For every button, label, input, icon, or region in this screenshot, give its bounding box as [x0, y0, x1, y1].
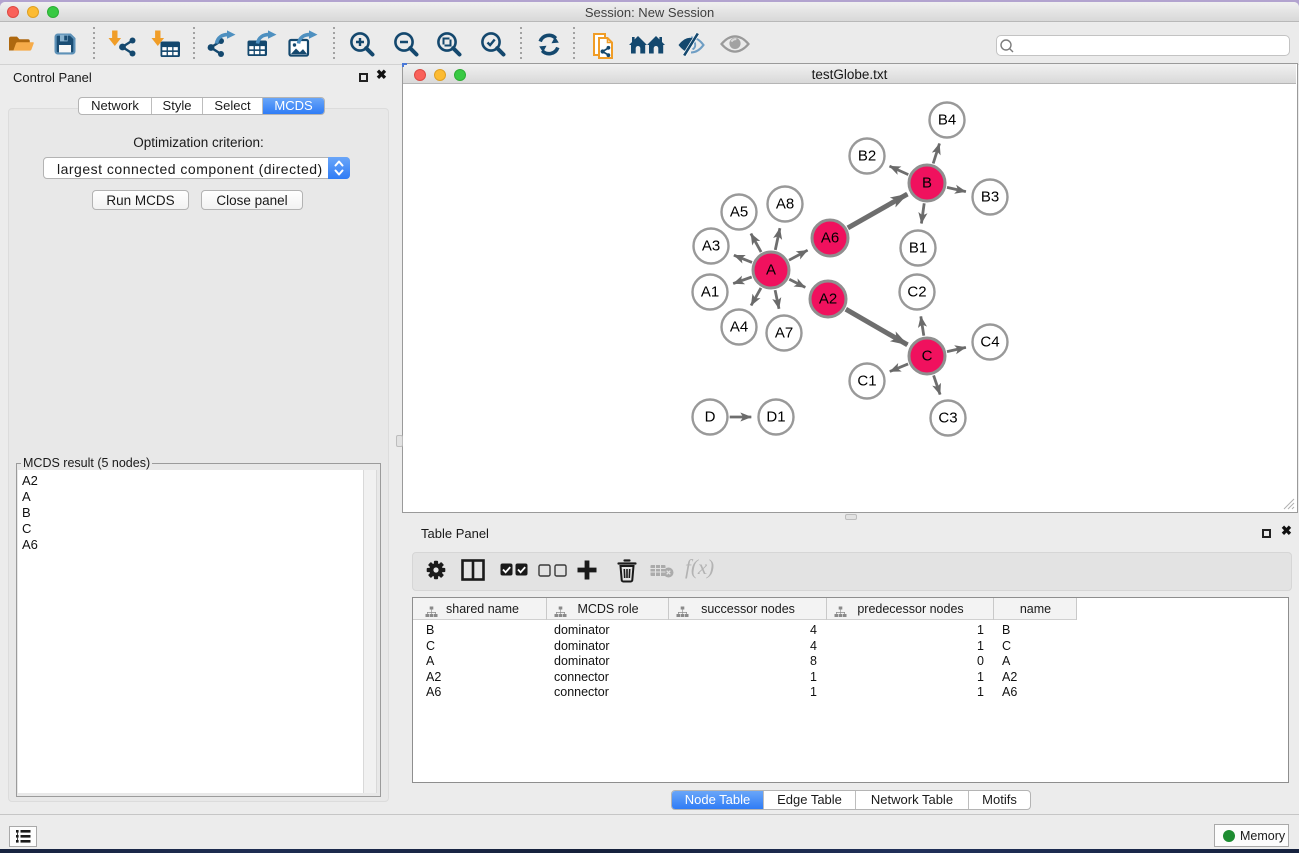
svg-text:A7: A7	[775, 325, 793, 342]
svg-text:B3: B3	[981, 189, 999, 206]
svg-text:C: C	[922, 348, 933, 365]
svg-text:A6: A6	[821, 230, 839, 247]
svg-text:B4: B4	[938, 112, 956, 129]
svg-text:B2: B2	[858, 148, 876, 165]
svg-text:A: A	[766, 262, 776, 279]
svg-text:C4: C4	[980, 334, 999, 351]
svg-text:A5: A5	[730, 204, 748, 221]
svg-text:C2: C2	[907, 284, 926, 301]
svg-text:C3: C3	[938, 410, 957, 427]
svg-text:B: B	[922, 175, 932, 192]
svg-text:D: D	[705, 409, 716, 426]
svg-text:D1: D1	[766, 409, 785, 426]
svg-text:A1: A1	[701, 284, 719, 301]
svg-text:A3: A3	[702, 238, 720, 255]
svg-text:A2: A2	[819, 291, 837, 308]
svg-text:B1: B1	[909, 240, 927, 257]
svg-text:C1: C1	[857, 373, 876, 390]
svg-text:A8: A8	[776, 196, 794, 213]
svg-text:A4: A4	[730, 319, 748, 336]
